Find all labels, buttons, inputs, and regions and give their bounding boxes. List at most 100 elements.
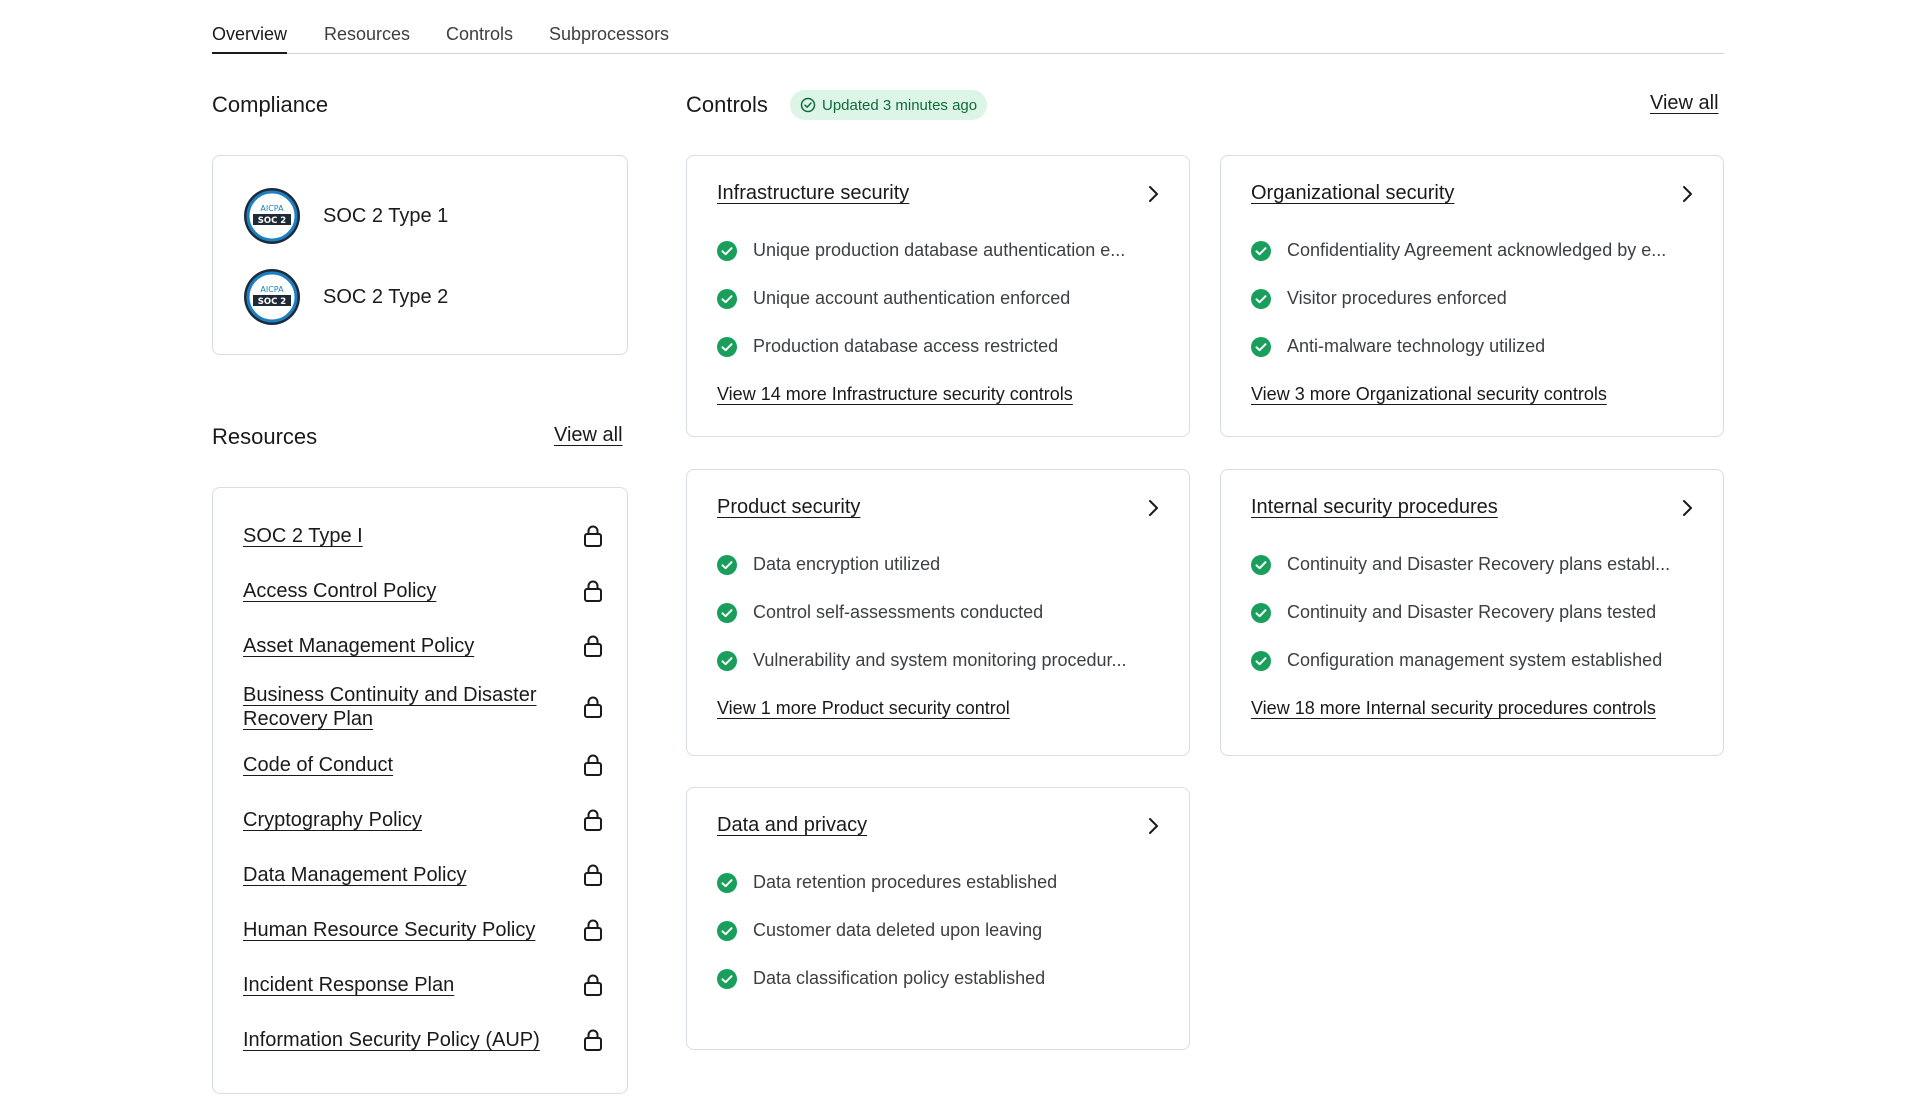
control-item-text: Unique production database authenticatio… xyxy=(753,240,1126,260)
control-item: Unique account authentication enforced xyxy=(717,288,1163,309)
tab-overview[interactable]: Overview xyxy=(212,24,288,54)
resources-view-all-link[interactable]: View all xyxy=(554,424,623,447)
check-circle-icon xyxy=(1251,602,1271,623)
control-card-title[interactable]: Infrastructure security xyxy=(717,182,909,205)
control-card-more-link[interactable]: View 14 more Infrastructure security con… xyxy=(717,384,1073,405)
aicpa-soc2-badge-icon: AICPA SOC 2 xyxy=(243,268,301,326)
control-item: Continuity and Disaster Recovery plans e… xyxy=(1251,554,1697,575)
control-item-text: Visitor procedures enforced xyxy=(1287,288,1507,308)
resource-item: Code of Conduct xyxy=(243,753,603,777)
control-item-text: Data classification policy established xyxy=(753,968,1046,988)
lock-icon xyxy=(584,580,602,602)
control-item: Anti-malware technology utilized xyxy=(1251,336,1697,357)
updated-status-text: Updated 3 minutes ago xyxy=(822,96,978,114)
control-item: Unique production database authenticatio… xyxy=(717,240,1163,261)
lock-icon xyxy=(584,864,602,886)
control-card-title[interactable]: Data and privacy xyxy=(717,814,867,837)
resource-item: Access Control Policy xyxy=(243,579,603,603)
chevron-right-icon[interactable] xyxy=(1143,816,1163,836)
control-card-more-link[interactable]: View 1 more Product security control xyxy=(717,698,1010,719)
resource-link-business-continuity[interactable]: Business Continuity and Disaster Recover… xyxy=(243,683,563,731)
chevron-right-icon[interactable] xyxy=(1143,184,1163,204)
control-item-text: Confidentiality Agreement acknowledged b… xyxy=(1287,240,1667,260)
control-item-text: Control self-assessments conducted xyxy=(753,602,1044,622)
control-card-title[interactable]: Organizational security xyxy=(1251,182,1454,205)
check-circle-icon xyxy=(717,920,737,941)
compliance-item-label: SOC 2 Type 2 xyxy=(323,285,449,308)
control-card-internal-security-procedures: Internal security procedures Continuity … xyxy=(1220,469,1724,756)
compliance-item-soc2-type2: AICPA SOC 2 SOC 2 Type 2 xyxy=(243,268,448,326)
controls-view-all-link[interactable]: View all xyxy=(1650,92,1719,115)
resource-item: Incident Response Plan xyxy=(243,973,603,997)
svg-text:SOC 2: SOC 2 xyxy=(258,216,287,226)
resource-item: SOC 2 Type I xyxy=(243,524,603,548)
check-circle-icon xyxy=(1251,554,1271,575)
svg-text:AICPA: AICPA xyxy=(260,285,284,294)
tab-controls[interactable]: Controls xyxy=(446,24,513,54)
lock-icon xyxy=(584,696,602,718)
chevron-right-icon[interactable] xyxy=(1677,184,1697,204)
control-card-more-link[interactable]: View 3 more Organizational security cont… xyxy=(1251,384,1607,405)
chevron-right-icon[interactable] xyxy=(1143,498,1163,518)
control-item: Continuity and Disaster Recovery plans t… xyxy=(1251,602,1697,623)
check-circle-icon xyxy=(1251,336,1271,357)
control-item-text: Continuity and Disaster Recovery plans e… xyxy=(1287,554,1671,574)
svg-text:AICPA: AICPA xyxy=(260,204,284,213)
control-item-text: Data retention procedures established xyxy=(753,872,1058,892)
check-circle-icon xyxy=(717,240,737,261)
control-item-text: Vulnerability and system monitoring proc… xyxy=(753,650,1127,670)
compliance-heading: Compliance xyxy=(212,92,329,117)
check-circle-icon xyxy=(1251,288,1271,309)
resource-link-data-management[interactable]: Data Management Policy xyxy=(243,863,466,887)
lock-icon xyxy=(584,809,602,831)
lock-icon xyxy=(584,754,602,776)
control-card-more-link[interactable]: View 18 more Internal security procedure… xyxy=(1251,698,1656,719)
control-card-organizational-security: Organizational security Confidentiality … xyxy=(1220,155,1724,437)
tab-resources[interactable]: Resources xyxy=(324,24,410,54)
check-circle-icon xyxy=(1251,650,1271,671)
resource-link-cryptography[interactable]: Cryptography Policy xyxy=(243,808,422,832)
check-circle-outline-icon xyxy=(800,97,816,113)
check-circle-icon xyxy=(717,602,737,623)
compliance-item-soc2-type1: AICPA SOC 2 SOC 2 Type 1 xyxy=(243,187,448,245)
control-item-text: Production database access restricted xyxy=(753,336,1059,356)
check-circle-icon xyxy=(1251,240,1271,261)
check-circle-icon xyxy=(717,968,737,989)
control-item: Vulnerability and system monitoring proc… xyxy=(717,650,1163,671)
resource-item: Information Security Policy (AUP) xyxy=(243,1028,603,1052)
check-circle-icon xyxy=(717,336,737,357)
chevron-right-icon[interactable] xyxy=(1677,498,1697,518)
tab-bar: Overview Resources Controls Subprocessor… xyxy=(212,22,1724,54)
control-item: Configuration management system establis… xyxy=(1251,650,1697,671)
control-card-title[interactable]: Product security xyxy=(717,496,860,519)
resource-link-asset-management[interactable]: Asset Management Policy xyxy=(243,634,474,658)
control-card-infrastructure-security: Infrastructure security Unique productio… xyxy=(686,155,1190,437)
resource-item: Cryptography Policy xyxy=(243,808,603,832)
control-item: Production database access restricted xyxy=(717,336,1163,357)
control-item: Control self-assessments conducted xyxy=(717,602,1163,623)
resource-link-incident-response[interactable]: Incident Response Plan xyxy=(243,973,454,997)
svg-text:SOC 2: SOC 2 xyxy=(258,297,287,307)
controls-heading: Controls xyxy=(686,92,768,117)
resource-link-soc2-type1[interactable]: SOC 2 Type I xyxy=(243,524,363,548)
resource-link-access-control[interactable]: Access Control Policy xyxy=(243,579,436,603)
control-item-text: Unique account authentication enforced xyxy=(753,288,1071,308)
control-item: Customer data deleted upon leaving xyxy=(717,920,1163,941)
lock-icon xyxy=(584,1029,602,1051)
control-item-text: Data encryption utilized xyxy=(753,554,941,574)
control-card-title[interactable]: Internal security procedures xyxy=(1251,496,1498,519)
control-item-text: Continuity and Disaster Recovery plans t… xyxy=(1287,602,1657,622)
resource-item: Human Resource Security Policy xyxy=(243,918,603,942)
tab-subprocessors[interactable]: Subprocessors xyxy=(549,24,669,54)
control-item: Data retention procedures established xyxy=(717,872,1163,893)
resource-link-code-of-conduct[interactable]: Code of Conduct xyxy=(243,753,393,777)
resource-item: Data Management Policy xyxy=(243,863,603,887)
check-circle-icon xyxy=(717,554,737,575)
resource-item: Business Continuity and Disaster Recover… xyxy=(243,683,603,731)
resources-heading: Resources xyxy=(212,424,318,449)
control-item: Confidentiality Agreement acknowledged b… xyxy=(1251,240,1697,261)
resource-link-information-security[interactable]: Information Security Policy (AUP) xyxy=(243,1028,540,1052)
lock-icon xyxy=(584,525,602,547)
resource-link-human-resource-security[interactable]: Human Resource Security Policy xyxy=(243,918,535,942)
control-item: Data encryption utilized xyxy=(717,554,1163,575)
